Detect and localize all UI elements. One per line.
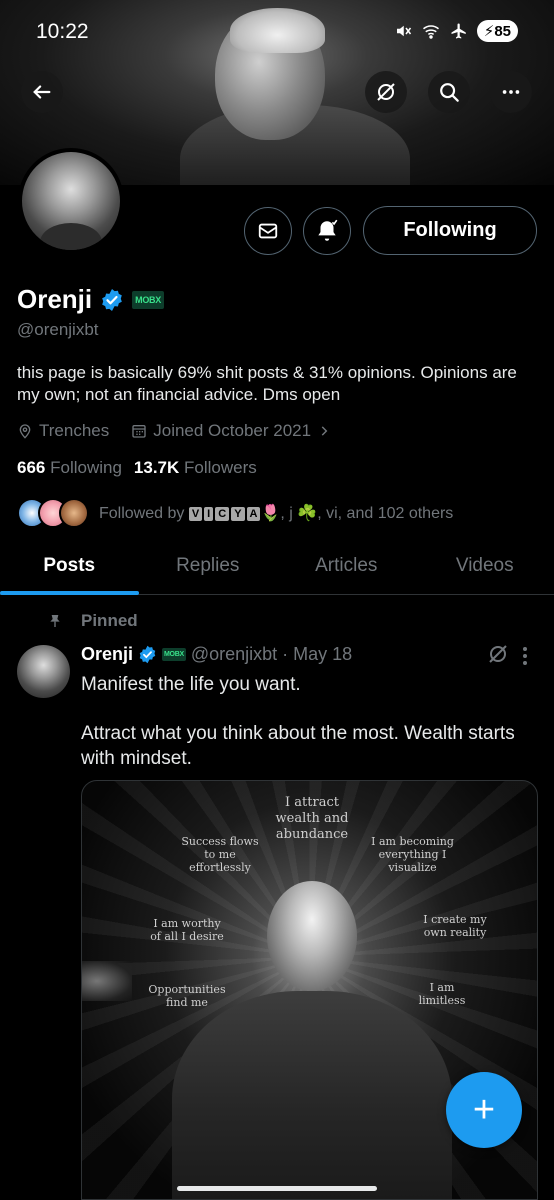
message-button[interactable] [244,207,292,255]
post-more-button[interactable] [522,646,528,666]
profile-avatar[interactable] [18,148,124,254]
mute-icon [396,25,411,37]
post-author-avatar[interactable] [17,645,70,698]
compose-post-button[interactable]: + [446,1072,522,1148]
post-text-line: Manifest the life you want. [81,674,301,695]
affirmation-text: I am limitless [418,981,466,1007]
following-stat[interactable]: 666 Following [17,458,122,478]
affirmation-text: Opportunities find me [148,983,226,1009]
post-header: Orenji MOBX @orenjixbt · May 18 [81,644,352,665]
affirmation-text: I am becoming everything I visualize [371,835,454,874]
post-grok-button[interactable] [486,642,510,671]
profile-meta: Trenches Joined October 2021 [17,421,331,441]
profile-bio: this page is basically 69% shit posts & … [17,363,517,404]
grok-icon [489,645,507,663]
more-options-button[interactable] [490,71,532,113]
bell-check-icon [318,219,338,241]
notifications-button[interactable] [303,207,351,255]
image-figure-body [172,991,452,1199]
calendar-icon [132,425,146,438]
mutual-avatars [17,498,89,528]
profile-name-row: Orenji MOBX [17,284,164,315]
joined-text: Joined October 2021 [153,421,312,440]
search-button[interactable] [428,71,470,113]
affirmation-text: I am worthy of all I desire [150,917,224,943]
pin-icon [50,615,60,627]
tab-replies[interactable]: Replies [139,538,278,594]
post-date[interactable]: · May 18 [282,644,352,665]
verified-badge-icon [139,645,156,664]
mail-icon [258,223,278,239]
profile-tabs: Posts Replies Articles Videos [0,538,554,595]
tab-videos[interactable]: Videos [416,538,554,594]
post-author-handle[interactable]: @orenjixbt [191,644,277,665]
verified-badge-icon[interactable] [100,288,124,312]
followed-by-text: Followed by VICYA 🌷, j ☘️, vi, and 102 o… [99,505,454,522]
vicya-name: VICYA [188,506,261,521]
tab-posts[interactable]: Posts [0,538,139,595]
avatar-image [17,645,70,698]
grok-button[interactable] [365,71,407,113]
affirmation-text: I attract wealth and abundance [275,795,349,842]
post-text-line: Attract what you think about the most. W… [81,723,515,769]
arrow-left-icon [33,85,51,99]
grok-icon [377,83,395,101]
profile-handle: @orenjixbt [17,320,99,339]
status-bar: 10:22 ⚡85 [0,0,554,64]
location-pin-icon [19,424,31,439]
affiliate-badge: MOBX [162,648,186,661]
location-item: Trenches [17,421,109,441]
follow-stats: 666 Following 13.7K Followers [17,458,257,478]
status-time: 10:22 [36,20,89,43]
wifi-icon [422,25,439,39]
image-lamp [82,961,132,1001]
airplane-icon [451,23,466,39]
back-button[interactable] [21,71,63,113]
post-body: Manifest the life you want. Attract what… [81,672,541,795]
pinned-indicator: Pinned [47,611,138,631]
more-icon [502,90,520,94]
affiliate-badge[interactable]: MOBX [132,290,164,309]
affirmation-text: Success flows to me effortlessly [181,835,259,874]
image-figure-head [267,881,357,991]
tab-articles[interactable]: Articles [277,538,416,594]
pinned-label: Pinned [81,611,138,630]
joined-item[interactable]: Joined October 2021 [131,421,331,441]
chevron-right-icon [321,426,328,436]
search-icon [440,83,459,102]
more-vertical-icon [523,647,527,665]
affirmation-text: I create my own reality [423,913,487,939]
mutual-avatar [59,498,89,528]
location-text: Trenches [39,421,110,440]
profile-name: Orenji [17,284,93,314]
home-indicator[interactable] [177,1186,377,1191]
battery-indicator: ⚡85 [476,20,518,42]
status-icons: ⚡85 [394,20,518,42]
following-button[interactable]: Following [363,206,537,255]
followed-by-row[interactable]: Followed by VICYA 🌷, j ☘️, vi, and 102 o… [17,498,453,528]
followers-stat[interactable]: 13.7K Followers [134,458,257,478]
post-author-name[interactable]: Orenji [81,644,133,665]
avatar-image [22,152,120,250]
